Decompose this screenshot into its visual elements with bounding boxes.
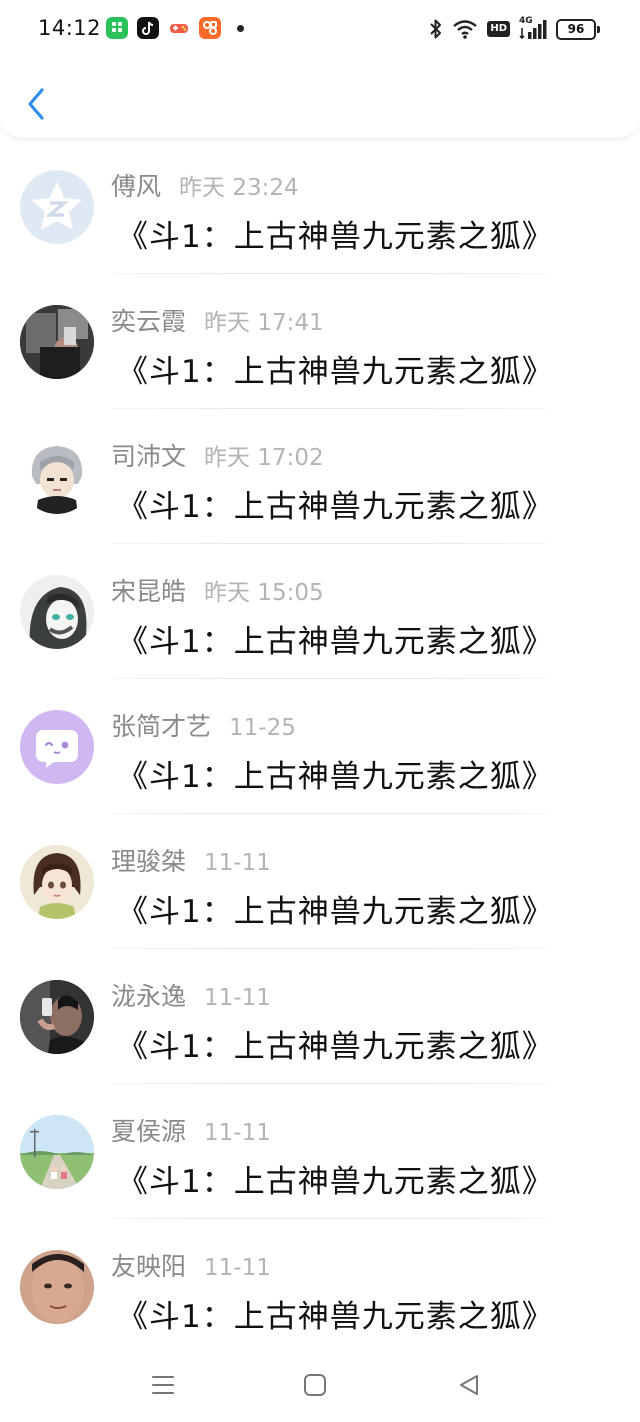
sender-name: 友映阳 [111,1252,187,1281]
anime-girl-avatar [20,845,94,919]
face-photo-avatar [20,1250,94,1324]
message-text: 《斗1：上古神兽九元素之狐》 [117,894,554,930]
tiktok-app-icon [137,17,159,39]
status-time: 14:12 [38,16,102,40]
anime-girl-gray-avatar [20,575,94,649]
message-time: 11-11 [204,985,271,1011]
video-app-icon [199,17,221,39]
purple-chat-avatar [20,710,94,784]
notification-dot [237,25,244,32]
message-time: 11-25 [229,715,296,741]
landscape-photo-avatar [20,1115,94,1189]
list-item[interactable]: 泷永逸 11-11 《斗1：上古神兽九元素之狐》 [0,949,640,1084]
back-triangle-icon [460,1375,478,1395]
list-item[interactable]: 理骏桀 11-11 《斗1：上古神兽九元素之狐》 [0,814,640,949]
back-button[interactable] [18,82,54,126]
sender-name: 张简才艺 [111,712,212,741]
sender-name: 奕云霞 [111,307,187,336]
list-item[interactable]: 司沛文 昨天 17:02 《斗1：上古神兽九元素之狐》 [0,409,640,544]
list-item[interactable]: 傅风 昨天 23:24 《斗1：上古神兽九元素之狐》 [0,139,640,274]
home-button[interactable] [300,1370,330,1400]
message-text: 《斗1：上古神兽九元素之狐》 [117,1029,554,1065]
message-time: 11-11 [204,850,271,876]
message-text: 《斗1：上古神兽九元素之狐》 [117,624,554,660]
signal-icon: 4G [519,16,547,40]
home-icon [304,1374,326,1396]
message-text: 《斗1：上古神兽九元素之狐》 [117,354,554,390]
message-time: 昨天 17:02 [204,445,324,471]
list-item[interactable]: 友映阳 11-11 《斗1：上古神兽九元素之狐》 [0,1219,640,1354]
back-nav-button[interactable] [454,1370,484,1400]
message-time: 11-11 [204,1120,271,1146]
message-text: 《斗1：上古神兽九元素之狐》 [117,1299,554,1335]
sender-name: 理骏桀 [111,847,187,876]
selfie-photo-avatar [20,980,94,1054]
hd-badge: HD [487,21,510,37]
game-app-icon [168,17,190,39]
status-bar: 14:12 HD 4G 96 [0,0,640,58]
menu-button[interactable] [148,1370,178,1400]
message-time: 昨天 17:41 [204,310,324,336]
top-bar: 14:12 HD 4G 96 [0,0,640,139]
chevron-left-icon [28,88,44,120]
sender-name: 泷永逸 [111,982,187,1011]
navigation-bar [0,1340,640,1422]
screen: 14:12 HD 4G 96 傅风 昨天 23:24 《斗1：上古神兽九元素之狐… [0,0,640,1422]
cartoon-boy-avatar [20,440,94,514]
message-time: 11-11 [204,1255,271,1281]
sender-name: 傅风 [111,172,162,201]
wechat-app-icon [106,17,128,39]
message-text: 《斗1：上古神兽九元素之狐》 [117,759,554,795]
system-icons: HD 4G 96 [429,16,600,42]
list-item[interactable]: 张简才艺 11-25 《斗1：上古神兽九元素之狐》 [0,679,640,814]
sender-name: 司沛文 [111,442,187,471]
sender-name: 夏侯源 [111,1117,187,1146]
battery-indicator: 96 [556,18,600,40]
bluetooth-icon [430,19,442,39]
sender-name: 宋昆皓 [111,577,187,606]
message-time: 昨天 15:05 [204,580,324,606]
list-item[interactable]: 宋昆皓 昨天 15:05 《斗1：上古神兽九元素之狐》 [0,544,640,679]
message-text: 《斗1：上古神兽九元素之狐》 [117,489,554,525]
list-item[interactable]: 奕云霞 昨天 17:41 《斗1：上古神兽九元素之狐》 [0,274,640,409]
message-list: 傅风 昨天 23:24 《斗1：上古神兽九元素之狐》 奕云霞 昨天 17:41 《斗… [0,139,640,1354]
message-text: 《斗1：上古神兽九元素之狐》 [117,1164,554,1200]
menu-icon [152,1376,174,1394]
photo-avatar-dark [20,305,94,379]
qq-star-avatar [20,170,94,244]
message-text: 《斗1：上古神兽九元素之狐》 [117,219,554,255]
wifi-icon [453,20,478,39]
list-item[interactable]: 夏侯源 11-11 《斗1：上古神兽九元素之狐》 [0,1084,640,1219]
message-time: 昨天 23:24 [179,175,299,201]
